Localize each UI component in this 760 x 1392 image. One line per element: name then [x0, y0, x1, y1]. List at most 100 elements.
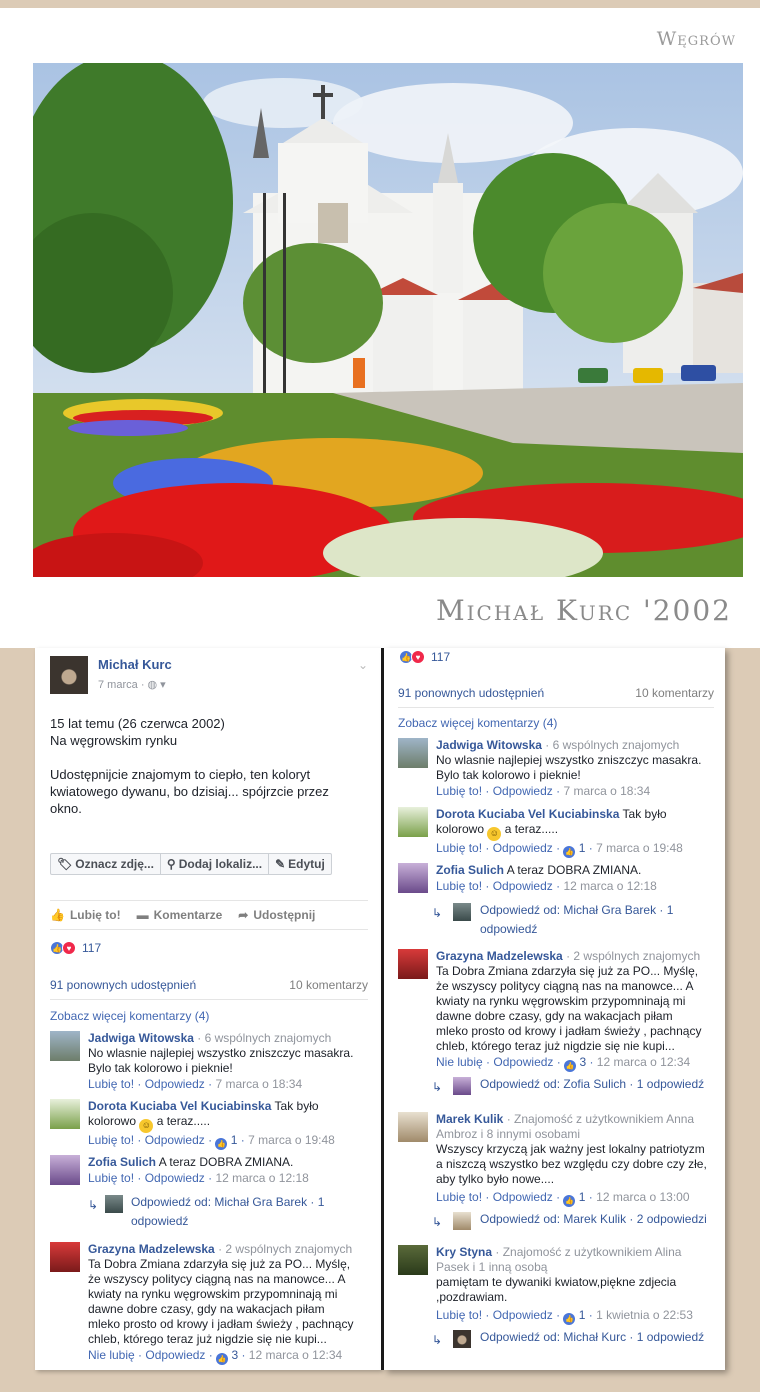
comment-time[interactable]: 1 kwietnia o 22:53 [596, 1308, 693, 1322]
comment-like-count[interactable]: 3 [579, 1055, 586, 1069]
comment-like-link[interactable]: Lubię to! [88, 1133, 134, 1147]
comment-reply-link[interactable]: Odpowiedz [493, 1055, 553, 1069]
comment-reply-link[interactable]: Odpowiedz [493, 1308, 553, 1322]
comment-like-link[interactable]: Lubię to! [436, 784, 482, 798]
comment-like-count[interactable]: 1 [579, 1190, 586, 1204]
reply-author-avatar[interactable] [453, 1330, 471, 1348]
view-replies-link[interactable]: Odpowiedź od: Marek Kulik · 2 odpowiedzi [480, 1210, 720, 1229]
commenter-avatar[interactable] [50, 1031, 80, 1061]
comments-count[interactable]: 10 komentarzy [635, 686, 714, 700]
reactions-summary[interactable]: 👍 ♥ 117 [50, 941, 101, 955]
commenter-name[interactable]: Zofia Sulich [436, 863, 504, 877]
commenter-name[interactable]: Jadwiga Witowska [436, 738, 542, 752]
commenter-name[interactable]: Marek Kulik [436, 1112, 503, 1126]
view-replies-link[interactable]: Odpowiedź od: Zofia Sulich · 1 odpowiedź [480, 1075, 710, 1094]
commenter-avatar[interactable] [398, 863, 428, 893]
comment-like-count[interactable]: 1 [579, 1308, 586, 1322]
comment-reply-link[interactable]: Odpowiedz [493, 879, 553, 893]
comment-like-link[interactable]: Lubię to! [436, 841, 482, 855]
commenter-avatar[interactable] [50, 1155, 80, 1185]
commenter-avatar[interactable] [398, 1112, 428, 1142]
comment-like-count[interactable]: 3 [231, 1348, 238, 1362]
comment-reply-link[interactable]: Odpowiedz [493, 841, 553, 855]
commenter-name[interactable]: Grazyna Madzelewska [88, 1242, 215, 1256]
reply-from: Odpowiedź od: Michał Kurc [480, 1330, 627, 1344]
comment-like-link[interactable]: Lubię to! [88, 1171, 134, 1185]
view-more-comments-link[interactable]: Zobacz więcej komentarzy (4) [398, 716, 557, 730]
comment-reply-link[interactable]: Odpowiedz [145, 1133, 205, 1147]
comment-like-count[interactable]: 1 [579, 841, 586, 855]
shares-count[interactable]: 91 ponownych udostępnień [398, 686, 544, 700]
reply-author-avatar[interactable] [105, 1195, 123, 1213]
view-replies-link[interactable]: Odpowiedź od: Michał Kurc · 1 odpowiedź [480, 1328, 720, 1347]
comment-time[interactable]: 7 marca o 18:34 [215, 1077, 302, 1091]
comment-like-count[interactable]: 1 [231, 1133, 238, 1147]
tag-photo-button[interactable]: 🏷 Oznacz zdję... [51, 854, 161, 874]
like-button[interactable]: 👍 Lubię to! [50, 908, 121, 922]
comment-icon: ▬ [136, 908, 149, 922]
commenter-name[interactable]: Jadwiga Witowska [88, 1031, 194, 1045]
comment-time[interactable]: 7 marca o 19:48 [248, 1133, 335, 1147]
reply-author-avatar[interactable] [453, 903, 471, 921]
comment-reply-link[interactable]: Odpowiedz [493, 784, 553, 798]
commenter-name[interactable]: Kry Styna [436, 1245, 492, 1259]
reactions-summary[interactable]: 👍 ♥ 117 [399, 650, 450, 664]
reply-count: 2 odpowiedzi [636, 1212, 707, 1226]
comment-like-link[interactable]: Lubię to! [88, 1077, 134, 1091]
commenter-avatar[interactable] [50, 1099, 80, 1129]
comment-meta: Lubię to! · Odpowiedz · 👍 1 · 7 marca o … [436, 841, 683, 858]
add-location-button[interactable]: ⚲ Dodaj lokaliz... [161, 854, 270, 874]
reply-from: Odpowiedź od: Marek Kulik [480, 1212, 627, 1226]
view-replies-link[interactable]: Odpowiedź od: Michał Gra Barek · 1 odpow… [480, 901, 700, 939]
laughing-emoji-icon: ☺ [139, 1118, 154, 1133]
commenter-name[interactable]: Grazyna Madzelewska [436, 949, 563, 963]
commenter-avatar[interactable] [398, 807, 428, 837]
comment-like-link[interactable]: Lubię to! [436, 1190, 482, 1204]
comment-dislike-link[interactable]: Nie lubię [88, 1348, 135, 1362]
reply-author-avatar[interactable] [453, 1212, 471, 1230]
commenter-name[interactable]: Zofia Sulich [88, 1155, 156, 1169]
edit-button[interactable]: ✎ Edytuj [269, 854, 331, 874]
view-more-comments-link[interactable]: Zobacz więcej komentarzy (4) [50, 1009, 209, 1023]
thumbs-up-icon: 👍 [50, 908, 65, 922]
comment-body: Jadwiga Witowska · 6 wspólnych znajomych… [88, 1031, 366, 1076]
commenter-name[interactable]: Dorota Kuciaba Vel Kuciabinska [436, 807, 619, 821]
comment-like-link[interactable]: Lubię to! [436, 1308, 482, 1322]
facebook-post-panel-continued: 👍 ♥ 117 91 ponownych udostępnień 10 komen… [384, 648, 725, 1370]
comment-text: Ta Dobra Zmiana zdarzyła się już za PO..… [436, 964, 702, 1053]
comment-dislike-link[interactable]: Nie lubię [436, 1055, 483, 1069]
comment-time[interactable]: 12 marca o 12:18 [215, 1171, 308, 1185]
comment-time[interactable]: 7 marca o 18:34 [563, 784, 650, 798]
commenter-avatar[interactable] [398, 1245, 428, 1275]
comment-reply-link[interactable]: Odpowiedz [145, 1077, 205, 1091]
reply-author-avatar[interactable] [453, 1077, 471, 1095]
share-button[interactable]: ➦ Udostępnij [238, 908, 315, 922]
comment-time[interactable]: 12 marca o 12:18 [563, 879, 656, 893]
author-avatar[interactable] [50, 656, 88, 694]
comment-time[interactable]: 12 marca o 12:34 [597, 1055, 690, 1069]
mutual-friends: · 2 wspólnych znajomych [214, 1242, 353, 1256]
comment-time[interactable]: 7 marca o 19:48 [596, 841, 683, 855]
comment-button[interactable]: ▬ Komentarze [137, 908, 223, 922]
comment-like-link[interactable]: Lubię to! [436, 879, 482, 893]
commenter-name[interactable]: Dorota Kuciaba Vel Kuciabinska [88, 1099, 271, 1113]
laughing-emoji-icon: ☺ [487, 826, 502, 841]
post-date-text[interactable]: 7 marca [98, 679, 138, 691]
comment-reply-link[interactable]: Odpowiedz [493, 1190, 553, 1204]
shares-count[interactable]: 91 ponownych udostępnień [50, 978, 196, 992]
comments-count[interactable]: 10 komentarzy [289, 978, 368, 992]
commenter-avatar[interactable] [398, 949, 428, 979]
globe-icon[interactable]: · ◍ ▾ [141, 679, 166, 691]
view-replies-link[interactable]: Odpowiedź od: Michał Gra Barek · 1 odpow… [131, 1193, 361, 1231]
comment-reply-link[interactable]: Odpowiedz [145, 1348, 205, 1362]
post-author[interactable]: Michał Kurc [98, 657, 172, 672]
comment-time[interactable]: 12 marca o 13:00 [596, 1190, 689, 1204]
comment: Zofia Sulich A teraz DOBRA ZMIANA. Lubię… [50, 1155, 368, 1235]
commenter-avatar[interactable] [398, 738, 428, 768]
chevron-down-icon[interactable]: ⌄ [358, 658, 368, 672]
commenter-avatar[interactable] [50, 1242, 80, 1272]
comment-text: A teraz DOBRA ZMIANA. [156, 1155, 294, 1169]
comment-reply-link[interactable]: Odpowiedz [145, 1171, 205, 1185]
comment-time[interactable]: 12 marca o 12:34 [249, 1348, 342, 1362]
town-square-photo[interactable] [33, 63, 743, 577]
